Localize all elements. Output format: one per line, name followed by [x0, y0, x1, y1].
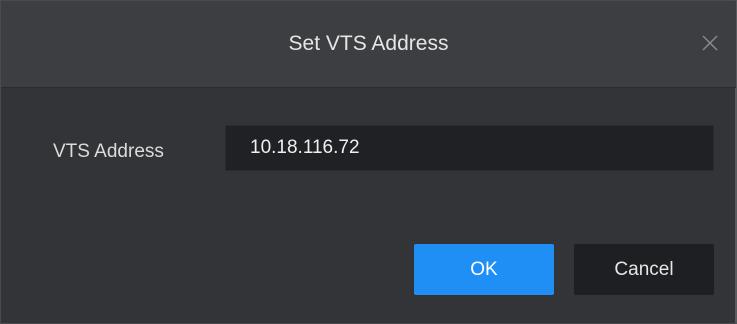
vts-address-input[interactable]	[225, 125, 714, 171]
vts-address-label: VTS Address	[53, 141, 164, 162]
ok-button[interactable]: OK	[414, 244, 554, 295]
close-button[interactable]	[698, 31, 722, 55]
set-vts-address-dialog: Set VTS Address VTS Address OK Cancel	[0, 0, 737, 324]
dialog-title: Set VTS Address	[288, 32, 449, 55]
cancel-button[interactable]: Cancel	[574, 244, 714, 295]
dialog-title-bar: Set VTS Address	[1, 1, 736, 88]
close-icon	[702, 35, 718, 51]
